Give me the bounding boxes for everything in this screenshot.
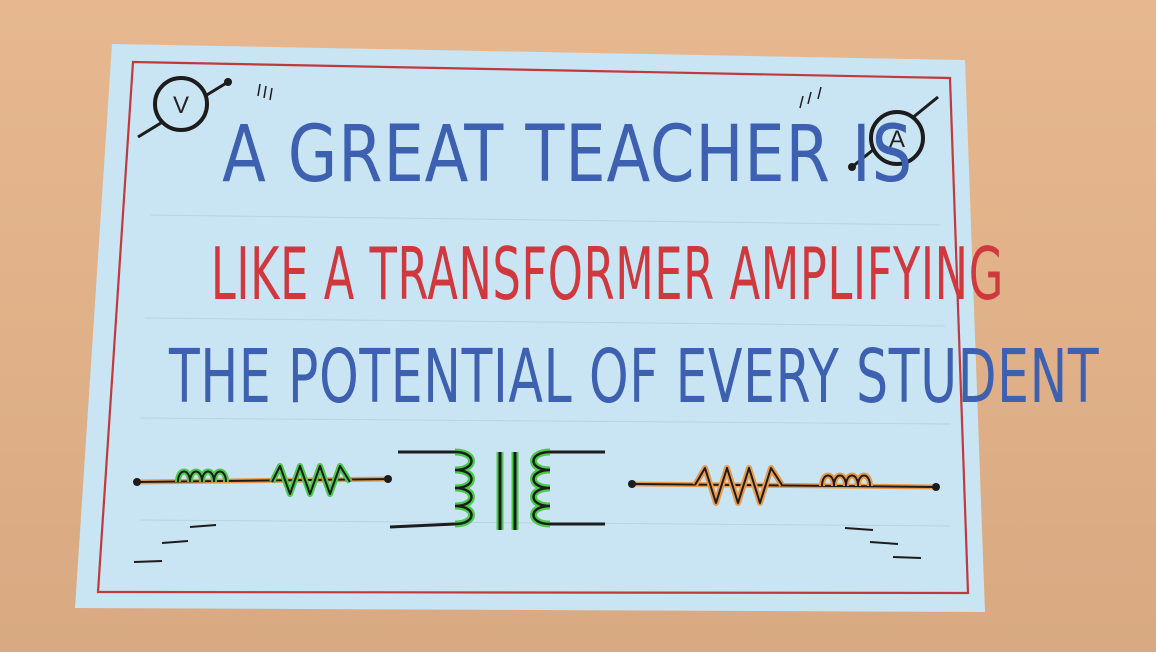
headline-line-1: A GREAT TEACHER IS	[222, 110, 914, 200]
poster: V A	[75, 44, 985, 612]
headline-line-2: LIKE A TRANSFORMER AMPLIFYING	[210, 232, 1004, 316]
headline-line-3: THE POTENTIAL OF EVERY STUDENT	[168, 334, 1100, 420]
